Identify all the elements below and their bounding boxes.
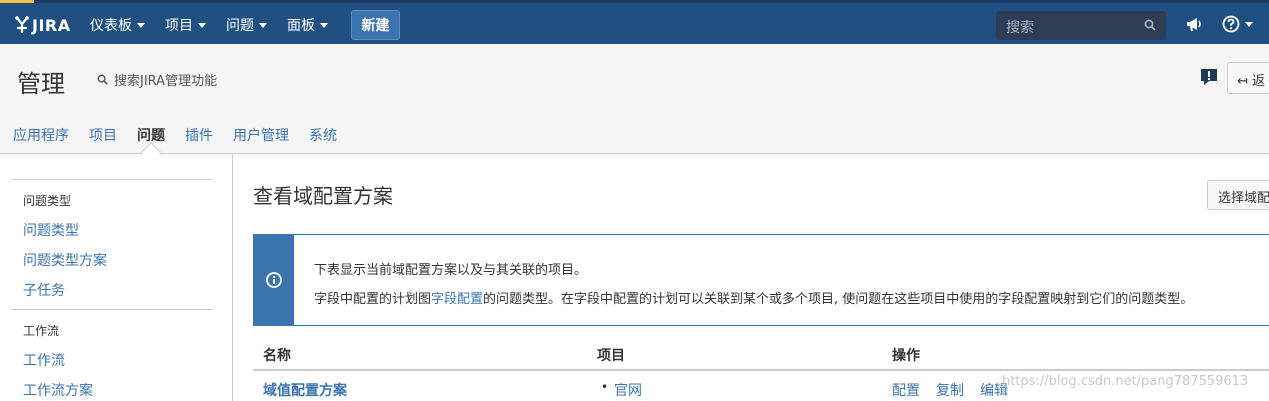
scheme-name-link[interactable]: 域值配置方案 xyxy=(263,380,347,400)
tab-user-management[interactable]: 用户管理 xyxy=(233,125,289,145)
chevron-down-icon xyxy=(198,22,206,28)
info-message-bar xyxy=(254,235,294,325)
chevron-down-icon xyxy=(1245,21,1253,27)
back-button-label: 返 xyxy=(1252,74,1266,89)
back-button[interactable]: ↤ 返 xyxy=(1227,62,1269,94)
column-header-projects: 项目 xyxy=(597,348,625,364)
sidebar-item-workflow-schemes[interactable]: 工作流方案 xyxy=(23,380,93,400)
sidebar-item-issue-types[interactable]: 问题类型 xyxy=(23,220,79,240)
nav-issues[interactable]: 问题 xyxy=(226,15,267,35)
tab-system[interactable]: 系统 xyxy=(309,125,337,145)
tab-addons[interactable]: 插件 xyxy=(185,125,213,145)
jira-logo-text: JIRA xyxy=(32,15,71,35)
project-link[interactable]: 官网 xyxy=(614,380,642,400)
sidebar-heading-issue-types: 问题类型 xyxy=(23,194,72,208)
nav-projects[interactable]: 项目 xyxy=(165,15,206,35)
nav-boards-label: 面板 xyxy=(287,18,315,34)
search-icon xyxy=(1144,19,1156,31)
watermark: https://blog.csdn.net/pang787559613 xyxy=(1002,374,1249,389)
admin-search-label: 搜索JIRA管理功能 xyxy=(114,74,218,89)
top-accent-stripe xyxy=(0,0,34,3)
info-line-2-suffix: 的问题类型。在字段中配置的计划可以关联到某个或多个项目, 使问题在这些项目中使用… xyxy=(483,292,1194,307)
nav-dashboards[interactable]: 仪表板 xyxy=(90,15,145,35)
configure-link[interactable]: 配置 xyxy=(892,380,920,400)
tab-applications[interactable]: 应用程序 xyxy=(13,125,69,145)
info-line-2-prefix: 字段中配置的计划图 xyxy=(314,292,432,307)
column-header-operations: 操作 xyxy=(892,348,920,364)
sidebar: 问题类型 问题类型 问题类型方案 子任务 工作流 工作流 工作流方案 xyxy=(0,154,233,401)
bullet-icon: • xyxy=(601,380,609,394)
choose-field-configuration-button[interactable]: 选择域配 xyxy=(1207,180,1269,210)
content-title: 查看域配置方案 xyxy=(253,184,393,208)
table-header: 名称 项目 操作 xyxy=(253,336,1269,371)
nav-issues-label: 问题 xyxy=(226,18,254,34)
chevron-down-icon xyxy=(320,22,328,28)
top-navigation-bar: JIRA 仪表板 项目 问题 面板 新建 搜索 xyxy=(0,0,1269,44)
feedback-icon[interactable] xyxy=(1200,68,1218,86)
info-line-1: 下表显示当前域配置方案以及与其关联的项目。 xyxy=(314,263,588,278)
global-search-placeholder: 搜索 xyxy=(1006,20,1034,36)
sidebar-heading-workflows: 工作流 xyxy=(23,324,60,338)
info-icon xyxy=(266,272,282,288)
search-icon xyxy=(97,74,108,85)
field-configuration-link[interactable]: 字段配置 xyxy=(431,292,483,307)
nav-projects-label: 项目 xyxy=(165,18,193,34)
sidebar-divider xyxy=(12,309,212,310)
nav-boards[interactable]: 面板 xyxy=(287,15,328,35)
admin-header: 管理 搜索JIRA管理功能 ↤ 返 xyxy=(0,44,1269,114)
nav-dashboards-label: 仪表板 xyxy=(90,18,132,34)
sidebar-divider xyxy=(12,179,212,180)
info-line-2: 字段中配置的计划图字段配置的问题类型。在字段中配置的计划可以关联到某个或多个项目… xyxy=(314,288,1193,307)
admin-tabs: 应用程序 项目 问题 插件 用户管理 系统 xyxy=(0,114,1269,154)
back-arrow-icon: ↤ xyxy=(1237,74,1253,89)
chevron-down-icon xyxy=(137,22,145,28)
column-header-name: 名称 xyxy=(263,348,291,364)
info-message: 下表显示当前域配置方案以及与其关联的项目。 字段中配置的计划图字段配置的问题类型… xyxy=(253,234,1269,326)
tab-projects[interactable]: 项目 xyxy=(89,125,117,145)
page-title: 管理 xyxy=(17,70,65,98)
megaphone-icon[interactable] xyxy=(1185,15,1203,33)
help-icon xyxy=(1222,15,1240,33)
chevron-down-icon xyxy=(259,22,267,28)
admin-search-link[interactable]: 搜索JIRA管理功能 xyxy=(97,70,217,89)
create-button[interactable]: 新建 xyxy=(351,10,400,40)
jira-logo-icon xyxy=(15,16,29,34)
jira-logo[interactable]: JIRA xyxy=(14,12,71,38)
sidebar-item-subtasks[interactable]: 子任务 xyxy=(23,280,65,300)
sidebar-item-workflows[interactable]: 工作流 xyxy=(23,350,65,370)
copy-link[interactable]: 复制 xyxy=(936,380,964,400)
global-search-input[interactable]: 搜索 xyxy=(996,11,1166,40)
help-menu[interactable] xyxy=(1222,15,1253,33)
sidebar-item-issue-type-schemes[interactable]: 问题类型方案 xyxy=(23,250,107,270)
